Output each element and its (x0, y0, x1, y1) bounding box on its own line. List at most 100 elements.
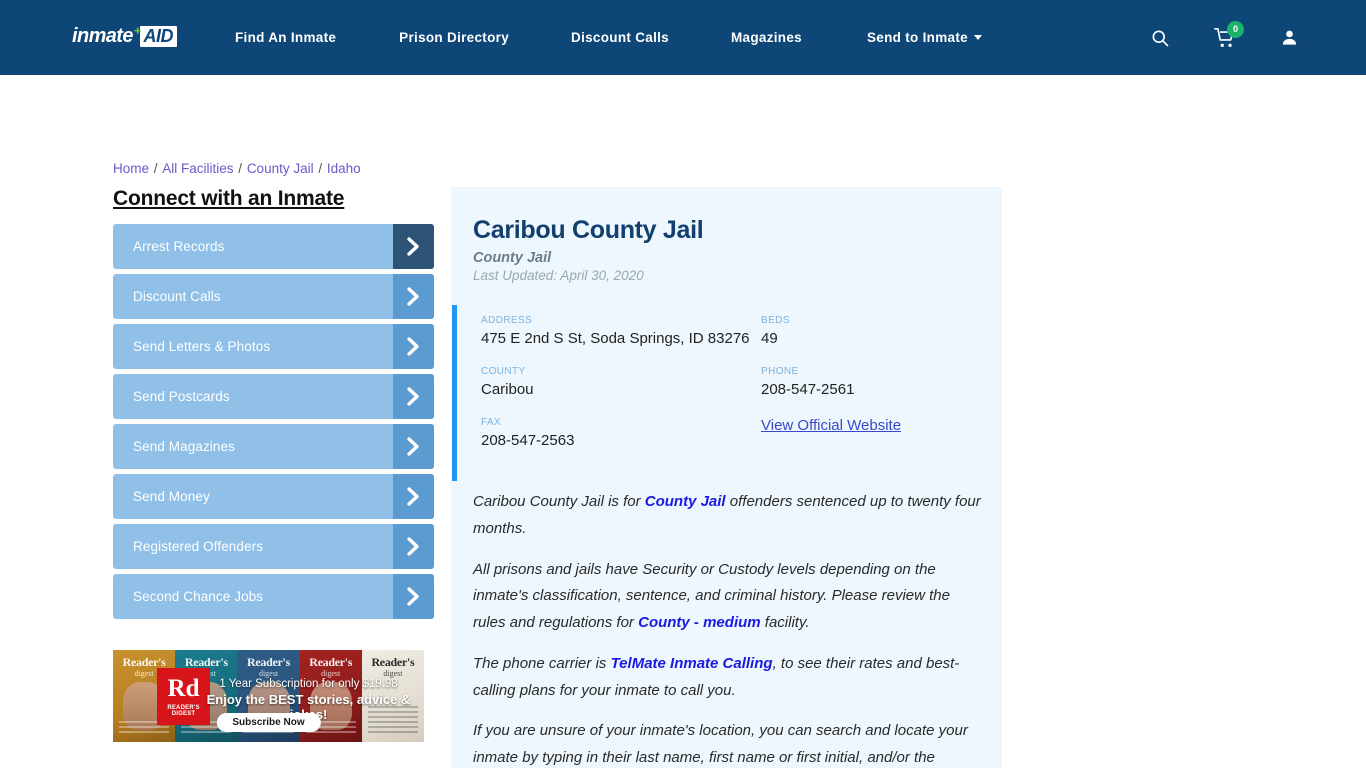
description-paragraph-2: All prisons and jails have Security or C… (473, 557, 982, 637)
ad-cover-subtitle: digest (258, 669, 279, 678)
chevron-right-icon (393, 524, 434, 569)
chevron-right-icon (393, 474, 434, 519)
advertisement-banner[interactable]: Reader's digest Reader's digest Reader's… (113, 650, 424, 742)
breadcrumb-separator: / (150, 161, 162, 176)
info-label-address: ADDRESS (481, 315, 533, 326)
breadcrumb-item-home[interactable]: Home (113, 161, 149, 176)
sidebar-item-label: Registered Offenders (133, 539, 264, 554)
description-paragraph-4: If you are unsure of your inmate's locat… (473, 718, 982, 768)
facility-info-block: ADDRESS 475 E 2nd S St, Soda Springs, ID… (452, 305, 1002, 482)
ad-magazine-cover: Reader's digest (361, 650, 424, 742)
ad-cover-title: Reader's (371, 655, 415, 669)
sidebar-item-discount-calls[interactable]: Discount Calls (113, 274, 434, 319)
info-county: COUNTY Caribou (481, 366, 761, 417)
info-value-address: 475 E 2nd S St, Soda Springs, ID 83276 (481, 330, 750, 347)
sidebar-item-send-magazines[interactable]: Send Magazines (113, 424, 434, 469)
ad-cover-subtitle: digest (321, 669, 341, 678)
rd-monogram: Rd (167, 675, 200, 702)
site-logo[interactable]: inmate + AID (72, 22, 177, 52)
info-value-phone: 208-547-2561 (761, 380, 855, 398)
info-value-fax: 208-547-2563 (481, 431, 575, 449)
nav-item-send-to-inmate[interactable]: Send to Inmate (867, 24, 982, 51)
view-official-website-link[interactable]: View Official Website (761, 417, 901, 434)
facility-last-updated: Last Updated: April 30, 2020 (473, 268, 644, 283)
breadcrumb: Home / All Facilities / County Jail / Id… (113, 161, 361, 176)
nav-item-send-to-inmate-label: Send to Inmate (866, 30, 968, 45)
p4-text-a: If you are unsure of your inmate's locat… (473, 722, 968, 766)
chevron-right-icon (393, 274, 434, 319)
sidebar: Connect with an Inmate Arrest Records Di… (113, 187, 434, 624)
sidebar-item-label: Send Magazines (133, 439, 235, 454)
info-value-county: Caribou (481, 380, 534, 398)
sidebar-item-label: Send Money (133, 489, 210, 504)
ad-subscribe-button[interactable]: Subscribe Now (216, 713, 321, 732)
facility-type: County Jail (473, 250, 552, 266)
logo-plus-icon: + (133, 23, 142, 38)
sidebar-item-send-money[interactable]: Send Money (113, 474, 434, 519)
link-county-medium[interactable]: County - medium (638, 614, 761, 631)
readers-digest-logo: Rd READER'S DIGEST (157, 668, 210, 725)
chevron-right-icon (393, 374, 434, 419)
rd-brand-line-2: DIGEST (171, 711, 196, 717)
sidebar-item-label: Second Chance Jobs (133, 589, 264, 604)
chevron-right-icon (393, 324, 434, 369)
ad-cover-subtitle: digest (383, 669, 403, 678)
description-paragraph-3: The phone carrier is TelMate Inmate Call… (473, 651, 982, 704)
page-title: Caribou County Jail (473, 216, 704, 244)
info-label-beds: BEDS (761, 315, 790, 326)
chevron-down-icon (973, 35, 982, 40)
site-header: inmate + AID Find An Inmate Prison Directo… (0, 0, 1366, 75)
ad-cover-title: Reader's (247, 655, 290, 669)
sidebar-item-arrest-records[interactable]: Arrest Records (113, 224, 434, 269)
info-label-fax: FAX (481, 416, 502, 428)
sidebar-item-label: Arrest Records (133, 239, 225, 254)
breadcrumb-separator: / (314, 161, 326, 176)
breadcrumb-item-county-jail[interactable]: County Jail (247, 161, 314, 176)
sidebar-item-send-letters-photos[interactable]: Send Letters & Photos (113, 324, 434, 369)
breadcrumb-item-idaho[interactable]: Idaho (327, 161, 361, 176)
link-county-jail[interactable]: County Jail (645, 493, 726, 510)
ad-cover-title: Reader's (309, 655, 353, 669)
nav-item-find-an-inmate[interactable]: Find An Inmate (235, 24, 336, 51)
info-website: View Official Website (761, 417, 980, 468)
nav-item-discount-calls[interactable]: Discount Calls (571, 24, 669, 51)
chevron-right-icon (393, 424, 434, 469)
description-paragraph-1: Caribou County Jail is for County Jail o… (473, 489, 982, 542)
logo-aid-badge: AID (140, 25, 177, 48)
sidebar-item-send-postcards[interactable]: Send Postcards (113, 374, 434, 419)
info-phone: PHONE 208-547-2561 (761, 366, 980, 417)
p1-text-a: Caribou County Jail is for (473, 493, 645, 511)
info-address: ADDRESS 475 E 2nd S St, Soda Springs, ID… (481, 315, 761, 366)
logo-text: inmate (72, 25, 133, 47)
nav-item-magazines[interactable]: Magazines (731, 24, 802, 51)
info-beds: BEDS 49 (761, 315, 980, 366)
breadcrumb-item-all-facilities[interactable]: All Facilities (162, 161, 233, 176)
sidebar-item-second-chance-jobs[interactable]: Second Chance Jobs (113, 574, 434, 619)
facility-description: Caribou County Jail is for County Jail o… (451, 481, 1002, 768)
search-icon[interactable] (1145, 23, 1175, 53)
link-telmate-inmate-calling[interactable]: TelMate Inmate Calling (611, 655, 773, 672)
facility-header: Caribou County Jail County Jail Last Upd… (451, 209, 1002, 283)
sidebar-item-registered-offenders[interactable]: Registered Offenders (113, 524, 434, 569)
facility-card: Caribou County Jail County Jail Last Upd… (451, 187, 1002, 768)
main-navigation: Find An Inmate Prison Directory Discount… (235, 24, 1117, 51)
info-label-phone: PHONE (761, 365, 799, 377)
chevron-right-icon (393, 574, 434, 619)
info-label-county: COUNTY (481, 365, 526, 377)
user-icon[interactable] (1274, 23, 1304, 53)
header-icon-group: 0 (1117, 20, 1304, 55)
sidebar-heading: Connect with an Inmate (113, 187, 345, 210)
ad-cover-lines (367, 706, 419, 736)
chevron-right-icon (393, 224, 434, 269)
sidebar-item-label: Send Letters & Photos (133, 339, 271, 354)
sidebar-item-label: Send Postcards (133, 389, 230, 404)
breadcrumb-separator: / (234, 161, 246, 176)
info-value-beds: 49 (761, 330, 778, 347)
p3-text-a: The phone carrier is (473, 654, 611, 672)
cart-count-badge: 0 (1227, 20, 1244, 38)
sidebar-item-label: Discount Calls (133, 289, 221, 304)
cart-icon[interactable]: 0 (1208, 20, 1244, 55)
info-fax: FAX 208-547-2563 (481, 417, 761, 468)
nav-item-prison-directory[interactable]: Prison Directory (399, 24, 509, 51)
p2-text-b: facility. (760, 614, 810, 632)
